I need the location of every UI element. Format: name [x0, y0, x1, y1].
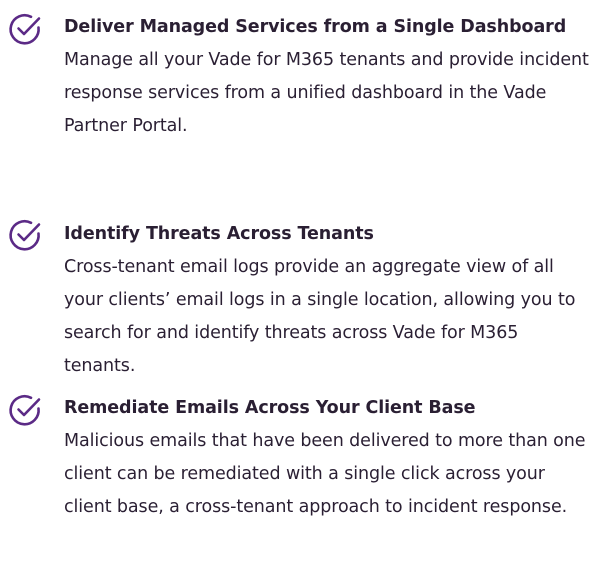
feature-description: Malicious emails that have been delivere…	[64, 431, 586, 517]
feature-title: Deliver Managed Services from a Single D…	[64, 17, 567, 37]
feature-body: Deliver Managed Services from a Single D…	[64, 11, 594, 143]
check-circle-icon	[9, 394, 41, 426]
feature-list: Deliver Managed Services from a Single D…	[0, 0, 604, 587]
feature-title: Remediate Emails Across Your Client Base	[64, 398, 476, 418]
feature-description: Manage all your Vade for M365 tenants an…	[64, 50, 589, 136]
feature-title: Identify Threats Across Tenants	[64, 224, 374, 244]
check-circle-icon	[9, 219, 41, 251]
feature-body: Remediate Emails Across Your Client Base…	[64, 392, 594, 524]
feature-body: Identify Threats Across Tenants Cross-te…	[64, 218, 594, 383]
check-circle-icon	[9, 13, 41, 45]
feature-description: Cross-tenant email logs provide an aggre…	[64, 257, 576, 376]
